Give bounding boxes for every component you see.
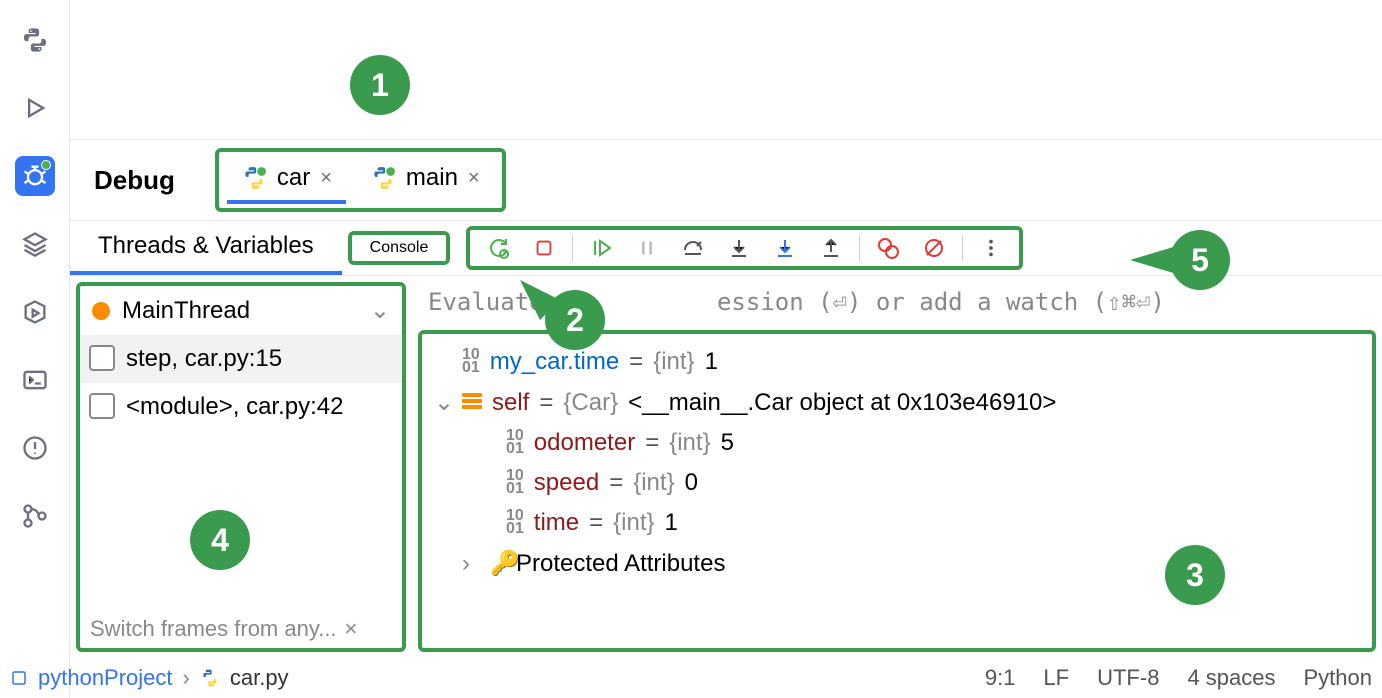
more-icon[interactable] [969,229,1013,267]
run-icon[interactable] [15,88,55,128]
callout-2: 2 [545,290,605,350]
frame-row[interactable]: step, car.py:15 [80,335,402,383]
step-over-button[interactable] [671,229,715,267]
frames-panel: MainThread ⌄ step, car.py:15 <module>, c… [76,282,406,652]
breadcrumb[interactable]: pythonProject › car.py [10,665,289,691]
chevron-right-icon[interactable]: › [462,550,480,578]
switch-frames-hint: Switch frames from any... × [90,616,392,642]
variables-panel: 1001 my_car.time = {int} 1 ⌄ self = {Car… [418,330,1376,652]
key-icon: 🔑 [490,549,506,578]
module-icon [10,669,28,687]
services-icon[interactable] [15,292,55,332]
frame-icon [92,396,114,418]
close-tab-icon[interactable]: × [468,167,480,190]
frame-row[interactable]: <module>, car.py:42 [80,383,402,431]
callout-5: 5 [1170,230,1230,290]
callout-3: 3 [1165,545,1225,605]
thread-selector[interactable]: MainThread ⌄ [80,286,402,335]
encoding[interactable]: UTF-8 [1097,665,1159,691]
python-file-icon [241,165,267,191]
run-tab-label: car [277,164,310,192]
int-icon: 1001 [506,430,524,456]
tab-console[interactable]: Console [348,231,451,265]
int-icon: 1001 [506,510,524,536]
problems-icon[interactable] [15,428,55,468]
vcs-icon[interactable] [15,496,55,536]
python-file-icon [200,668,220,688]
interpreter[interactable]: Python [1304,665,1373,691]
thread-name: MainThread [122,297,250,325]
mute-breakpoints-button[interactable] [912,229,956,267]
variable-row[interactable]: 1001 time = {int} 1 [434,503,1360,543]
object-icon [462,393,482,413]
thread-status-icon [92,302,110,320]
tab-threads-variables[interactable]: Threads & Variables [70,221,342,275]
chevron-down-icon[interactable]: ⌄ [434,388,452,417]
view-breakpoints-button[interactable] [866,229,910,267]
chevron-down-icon: ⌄ [370,296,390,325]
int-icon: 1001 [462,349,480,375]
debug-toolbar [466,226,1023,270]
run-configurations-tabs: car × main × [215,148,506,212]
close-tab-icon[interactable]: × [320,167,332,190]
variable-row[interactable]: 1001 odometer = {int} 5 [434,423,1360,463]
close-hint-icon[interactable]: × [345,616,358,642]
resume-button[interactable] [579,229,623,267]
cursor-position[interactable]: 9:1 [985,665,1016,691]
status-bar: pythonProject › car.py 9:1 LF UTF-8 4 sp… [0,658,1382,698]
step-into-my-code-button[interactable] [763,229,807,267]
callout-1: 1 [350,55,410,115]
python-file-icon [370,165,396,191]
run-tab-main[interactable]: main × [356,156,494,204]
debug-icon[interactable] [15,156,55,196]
python-icon[interactable] [15,20,55,60]
step-out-button[interactable] [809,229,853,267]
indent[interactable]: 4 spaces [1187,665,1275,691]
stop-button[interactable] [522,229,566,267]
frame-label: step, car.py:15 [126,345,282,373]
variable-row[interactable]: 1001 speed = {int} 0 [434,463,1360,503]
terminal-icon[interactable] [15,360,55,400]
callout-4: 4 [190,510,250,570]
pause-button[interactable] [625,229,669,267]
int-icon: 1001 [506,470,524,496]
layers-icon[interactable] [15,224,55,264]
debug-title: Debug [94,165,175,196]
step-into-button[interactable] [717,229,761,267]
variable-row[interactable]: ⌄ self = {Car} <__main__.Car object at 0… [434,382,1360,423]
frame-label: <module>, car.py:42 [126,393,343,421]
line-separator[interactable]: LF [1043,665,1069,691]
run-tab-car[interactable]: car × [227,156,346,204]
rerun-button[interactable] [476,229,520,267]
frame-icon [92,348,114,370]
run-tab-label: main [406,164,458,192]
